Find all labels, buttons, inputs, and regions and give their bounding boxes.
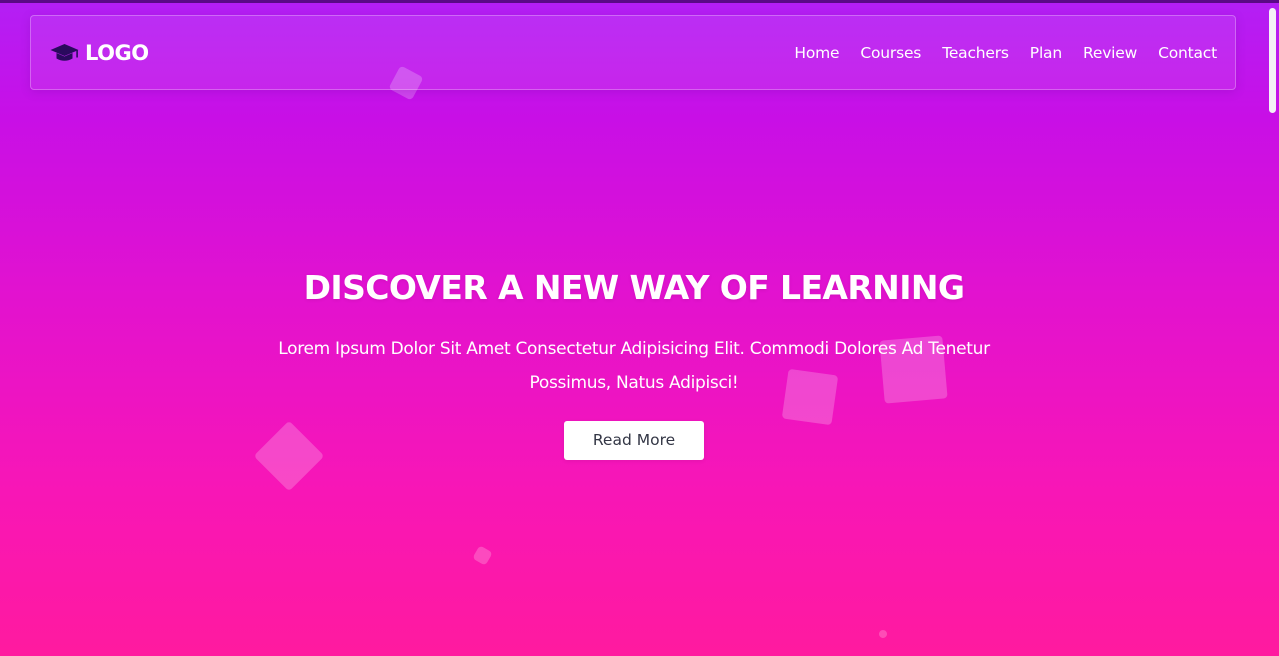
graduation-cap-icon — [50, 43, 79, 63]
logo-text: LOGO — [85, 40, 149, 65]
floating-square-decoration — [877, 628, 889, 640]
page: LOGO Home Courses Teachers Plan Review C… — [0, 0, 1279, 656]
window-top-edge — [0, 0, 1279, 3]
nav-link-teachers[interactable]: Teachers — [942, 44, 1009, 62]
logo-link[interactable]: LOGO — [50, 41, 149, 65]
hero-title: DISCOVER A NEW WAY OF LEARNING — [303, 268, 965, 307]
nav-menu: Home Courses Teachers Plan Review Contac… — [794, 43, 1217, 62]
nav-link-plan[interactable]: Plan — [1030, 44, 1062, 62]
hero-description: Lorem Ipsum Dolor Sit Amet Consectetur A… — [278, 339, 990, 393]
nav-link-home[interactable]: Home — [794, 44, 839, 62]
scrollbar-thumb[interactable] — [1269, 8, 1276, 113]
nav-link-contact[interactable]: Contact — [1158, 44, 1217, 62]
nav-link-review[interactable]: Review — [1083, 44, 1137, 62]
scrollbar[interactable] — [1268, 0, 1279, 656]
hero-section: DISCOVER A NEW WAY OF LEARNING Lorem Ips… — [0, 268, 1268, 460]
navbar: LOGO Home Courses Teachers Plan Review C… — [30, 15, 1236, 90]
floating-square-decoration — [472, 545, 493, 566]
nav-link-courses[interactable]: Courses — [860, 44, 921, 62]
read-more-button[interactable]: Read More — [564, 421, 704, 460]
